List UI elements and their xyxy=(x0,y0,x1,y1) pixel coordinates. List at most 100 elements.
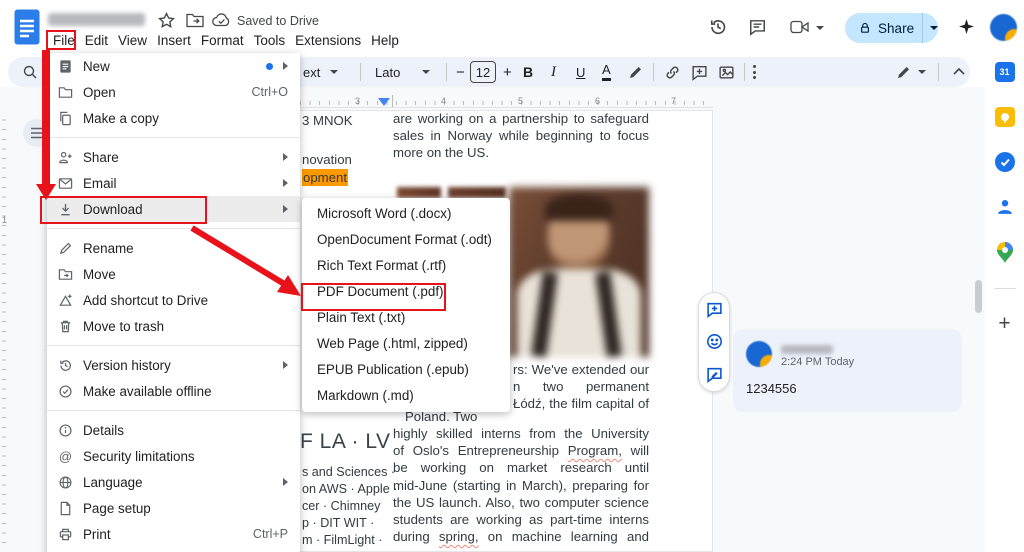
file-menu-print[interactable]: Print Ctrl+P xyxy=(47,521,300,547)
maps-icon[interactable] xyxy=(996,242,1014,264)
menu-divider xyxy=(47,228,300,229)
download-epub[interactable]: EPUB Publication (.epub) xyxy=(302,356,510,382)
rail-divider xyxy=(993,288,1016,289)
doc-text: more on the US. xyxy=(393,145,490,160)
file-menu-security-limitations[interactable]: @ Security limitations xyxy=(47,443,300,469)
add-emoji-icon[interactable] xyxy=(706,333,723,350)
move-folder-icon xyxy=(57,267,74,282)
google-docs-logo[interactable] xyxy=(14,9,40,45)
file-menu-language[interactable]: Language xyxy=(47,469,300,495)
add-addon-plus-icon[interactable]: + xyxy=(998,312,1010,336)
download-md[interactable]: Markdown (.md) xyxy=(302,382,510,408)
file-menu-download[interactable]: Download xyxy=(47,196,300,222)
tasks-icon[interactable] xyxy=(994,152,1015,172)
calendar-icon[interactable]: 31 xyxy=(994,62,1015,82)
file-menu-move-to-trash[interactable]: Move to trash xyxy=(47,313,300,339)
comment-card[interactable]: 2:24 PM Today 1234556 xyxy=(733,329,962,412)
move-folder-icon[interactable] xyxy=(186,13,204,28)
toolbar-divider xyxy=(744,63,745,81)
editing-mode-pencil-icon[interactable] xyxy=(896,64,912,80)
file-menu-page-setup[interactable]: Page setup xyxy=(47,495,300,521)
search-menus-icon[interactable] xyxy=(22,64,38,80)
submenu-arrow-icon xyxy=(283,205,288,213)
download-icon xyxy=(57,202,74,217)
download-pdf[interactable]: PDF Document (.pdf) xyxy=(302,279,510,305)
horizontal-ruler[interactable] xyxy=(300,101,713,105)
file-menu-new[interactable]: New xyxy=(47,53,300,79)
doc-portrait-image[interactable] xyxy=(509,187,649,357)
share-button[interactable]: Share xyxy=(845,13,938,43)
menu-format[interactable]: Format xyxy=(196,31,249,50)
file-menu-rename[interactable]: Rename xyxy=(47,235,300,261)
star-icon[interactable] xyxy=(158,12,175,29)
italic-button[interactable]: I xyxy=(551,57,556,87)
file-menu-email[interactable]: Email xyxy=(47,170,300,196)
editing-mode-caret[interactable] xyxy=(918,70,926,74)
doc-text: of Oslo's Entrepreneurship Program, will xyxy=(393,443,649,458)
more-options-icon[interactable] xyxy=(753,57,756,87)
highlight-color-icon[interactable] xyxy=(628,64,644,80)
paragraph-style-select[interactable]: ext xyxy=(303,57,339,87)
font-size-increase[interactable]: + xyxy=(503,57,512,87)
comments-icon[interactable] xyxy=(748,18,767,36)
meet-video-icon[interactable] xyxy=(789,19,811,35)
text-color-button[interactable]: A xyxy=(602,60,611,81)
file-menu-share[interactable]: Share xyxy=(47,144,300,170)
ruler-number: 4 xyxy=(441,96,447,106)
gemini-sparkle-icon[interactable] xyxy=(958,18,975,35)
file-menu-make-available-offline[interactable]: Make available offline xyxy=(47,378,300,404)
doc-text: are working on a partnership to safeguar… xyxy=(393,111,649,126)
underline-button[interactable]: U xyxy=(576,57,585,87)
font-size-input[interactable]: 12 xyxy=(470,61,496,83)
share-person-add-icon xyxy=(57,150,74,165)
insert-link-icon[interactable] xyxy=(664,64,681,81)
menu-tools[interactable]: Tools xyxy=(249,31,291,50)
doc-text: mid-June (starting in March), preparing … xyxy=(393,478,649,493)
menu-view[interactable]: View xyxy=(113,31,152,50)
share-dropdown-caret[interactable] xyxy=(930,26,938,30)
hide-menus-chevron-icon[interactable] xyxy=(952,66,966,78)
meet-dropdown-caret[interactable] xyxy=(816,26,824,30)
menu-extensions[interactable]: Extensions xyxy=(290,31,366,50)
suggest-edits-icon[interactable] xyxy=(706,366,723,384)
page-setup-icon xyxy=(57,501,74,516)
account-avatar[interactable] xyxy=(990,14,1017,41)
font-family-select[interactable]: Lato xyxy=(375,57,431,87)
scrollbar-thumb[interactable] xyxy=(975,280,982,313)
vertical-ruler[interactable] xyxy=(2,113,6,543)
add-comment-icon[interactable] xyxy=(691,64,708,81)
ruler-number: 3 xyxy=(355,96,361,106)
doc-text: Łódź, the film capital of xyxy=(513,396,649,411)
file-menu-make-a-copy[interactable]: Make a copy xyxy=(47,105,300,131)
insert-image-icon[interactable] xyxy=(718,64,735,81)
file-menu-move[interactable]: Move xyxy=(47,261,300,287)
download-odt[interactable]: OpenDocument Format (.odt) xyxy=(302,227,510,253)
menu-edit[interactable]: Edit xyxy=(80,31,113,50)
contacts-icon[interactable] xyxy=(995,197,1015,217)
download-docx[interactable]: Microsoft Word (.docx) xyxy=(302,201,510,227)
submenu-arrow-icon xyxy=(283,361,288,369)
file-menu-details[interactable]: Details xyxy=(47,417,300,443)
keep-icon[interactable] xyxy=(994,107,1015,127)
menu-file[interactable]: File xyxy=(48,31,80,50)
download-txt[interactable]: Plain Text (.txt) xyxy=(302,305,510,331)
share-split-divider xyxy=(922,13,923,43)
outline-icon xyxy=(31,127,43,139)
file-menu-open[interactable]: Open Ctrl+O xyxy=(47,79,300,105)
font-size-decrease[interactable]: − xyxy=(456,57,465,87)
indent-marker[interactable] xyxy=(378,98,390,106)
download-rtf[interactable]: Rich Text Format (.rtf) xyxy=(302,253,510,279)
bold-button[interactable]: B xyxy=(523,57,533,87)
doc-text: 3 MNOK xyxy=(302,113,353,128)
file-menu-add-shortcut-to-drive[interactable]: Add shortcut to Drive xyxy=(47,287,300,313)
submenu-arrow-icon xyxy=(283,179,288,187)
document-title-redacted[interactable] xyxy=(48,13,145,26)
download-html-zipped[interactable]: Web Page (.html, zipped) xyxy=(302,330,510,356)
file-menu-version-history[interactable]: Version history xyxy=(47,352,300,378)
menu-help[interactable]: Help xyxy=(366,31,404,50)
doc-text: n two permanent xyxy=(513,379,649,394)
version-history-icon[interactable] xyxy=(708,17,728,37)
add-comment-bubble-icon[interactable] xyxy=(706,301,723,318)
menu-insert[interactable]: Insert xyxy=(152,31,196,50)
doc-text: be working on market research until xyxy=(393,460,649,475)
